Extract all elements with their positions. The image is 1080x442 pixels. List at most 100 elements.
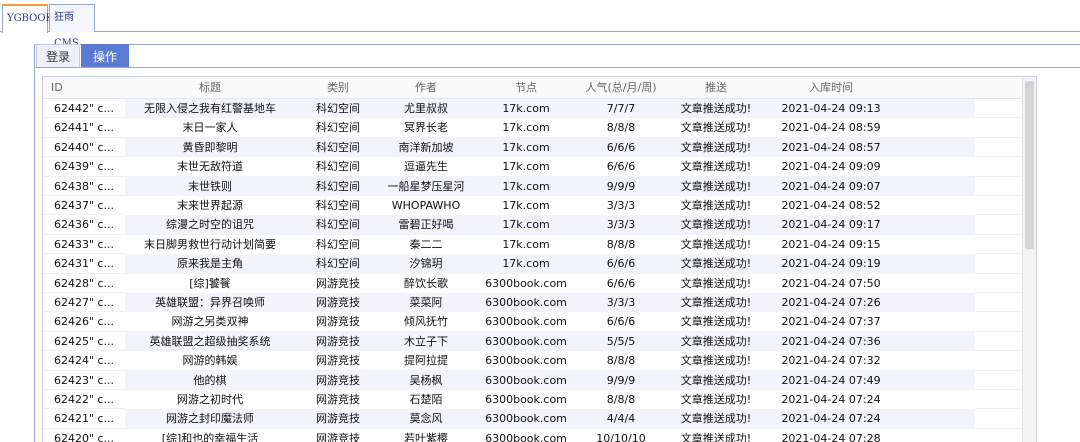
- cell-time: 2021-04-24 09:17: [781, 218, 881, 232]
- table-row[interactable]: 62424" c... 网游的韩娱 网游竞技 提阿拉提 6300book.com 8/8/…: [43, 351, 1023, 371]
- tab-operations[interactable]: 操作: [81, 44, 129, 68]
- cell-popularity: 5/5/5: [606, 334, 636, 348]
- table-row[interactable]: 62439" c... 末世无敌符道 科幻空间 逗逼先生 17k.com 6/6/6 文章推…: [43, 157, 1023, 177]
- column-header-popularity[interactable]: 人气(总/月/周): [581, 77, 661, 99]
- tab-cms[interactable]: 狂雨CMS: [49, 4, 95, 49]
- column-header-push[interactable]: 推送: [661, 77, 771, 99]
- tab-login[interactable]: 登录: [36, 44, 80, 68]
- cell-source: 6300book.com: [485, 354, 567, 368]
- tab-ygbook[interactable]: YGBOOK: [2, 4, 53, 33]
- cell-source: 17k.com: [502, 121, 550, 135]
- cell-author: 雷碧正好喝: [398, 218, 454, 232]
- cell-source: 6300book.com: [485, 276, 567, 290]
- cell-time: 2021-04-24 07:32: [781, 354, 881, 368]
- table-row[interactable]: 62436" c... 综漫之时空的诅咒 科幻空间 雷碧正好喝 17k.com 3/3/3…: [43, 215, 1023, 235]
- cell-source: 17k.com: [502, 257, 550, 271]
- vertical-scrollbar[interactable]: [1022, 77, 1036, 442]
- cell-popularity: 6/6/6: [606, 257, 636, 271]
- table-row[interactable]: 62438" c... 末世铁则 科幻空间 一船星梦压星河 17k.com 9/9/9 文章…: [43, 176, 1023, 196]
- cell-source: 6300book.com: [485, 412, 567, 426]
- cell-time: 2021-04-24 09:19: [781, 257, 881, 271]
- table-row[interactable]: 62421" c... 网游之封印魔法师 网游竞技 莫念风 6300book.com 4/…: [43, 409, 1023, 429]
- cell-push-status: 文章推送成功!: [680, 354, 752, 368]
- cell-title: 原来我是主角: [177, 257, 243, 271]
- table-row[interactable]: 62442" c... 无限入侵之我有红警基地车 科幻空间 尤里叔叔 17k.com 7/…: [43, 99, 1023, 119]
- table-row[interactable]: 62433" c... 末日脚男救世行动计划简要 科幻空间 秦二二 17k.com 8/8…: [43, 234, 1023, 255]
- cell-author: 一船星梦压星河: [387, 179, 465, 193]
- cell-push-status: 文章推送成功!: [680, 218, 752, 232]
- cell-popularity: 3/3/3: [606, 199, 636, 212]
- scrollbar-thumb[interactable]: [1025, 81, 1034, 249]
- table-row[interactable]: 62423" c... 他的棋 网游竞技 吴杨枫 6300book.com 9/9/9 文章…: [43, 370, 1023, 390]
- table-row[interactable]: 62441" c... 末日一家人 科幻空间 冥界长老 17k.com 8/8/8 文章推送…: [43, 118, 1023, 138]
- cell-category: 科幻空间: [316, 102, 360, 115]
- table-row[interactable]: 62440" c... 黄昏即黎明 科幻空间 南洋新加坡 17k.com 6/6/6 文章推…: [43, 137, 1023, 158]
- cell-id: 62422" c...: [53, 393, 115, 406]
- table-row[interactable]: 62426" c... 网游之另类双神 网游竞技 倾风抚竹 6300book.com 6/…: [43, 312, 1023, 332]
- cell-title: 网游的韩娱: [182, 354, 238, 368]
- cell-id: 62424" c...: [53, 354, 115, 368]
- cell-title: 末日脚男救世行动计划简要: [144, 237, 276, 251]
- column-header-category[interactable]: 类别: [295, 77, 381, 99]
- cell-time: 2021-04-24 07:24: [781, 393, 881, 406]
- cell-push-status: 文章推送成功!: [680, 179, 752, 193]
- cell-title: 无限入侵之我有红警基地车: [144, 102, 276, 115]
- table-row[interactable]: 62427" c... 英雄联盟：异界召唤师 网游竞技 菜菜阿 6300book.com…: [43, 293, 1023, 313]
- cell-source: 17k.com: [502, 199, 550, 212]
- cell-category: 科幻空间: [316, 121, 360, 135]
- cell-push-status: 文章推送成功!: [680, 257, 752, 271]
- cell-category: 网游竞技: [316, 393, 360, 406]
- table-row[interactable]: 62428" c... [综]饕餮 网游竞技 醉饮长歌 6300book.com 6/6/…: [43, 273, 1023, 293]
- column-header-id[interactable]: ID: [43, 77, 125, 99]
- cell-time: 2021-04-24 07:26: [781, 296, 881, 309]
- cell-author: 逗逼先生: [404, 160, 448, 174]
- cell-push-status: 文章推送成功!: [680, 199, 752, 212]
- cell-source: 6300book.com: [485, 315, 567, 329]
- cell-author: 醉饮长歌: [404, 276, 448, 290]
- cell-author: 提阿拉提: [404, 354, 448, 368]
- cell-popularity: 6/6/6: [606, 160, 636, 174]
- column-header-title[interactable]: 标题: [125, 77, 295, 99]
- cell-id: 62421" c...: [53, 412, 115, 426]
- book-table: ID 标题 类别 作者 节点 人气(总/月/周) 推送 入库时间 62442" …: [42, 76, 1037, 442]
- cell-category: 网游竞技: [316, 315, 360, 329]
- cell-popularity: 8/8/8: [606, 393, 636, 406]
- cell-popularity: 6/6/6: [606, 276, 636, 290]
- cell-id: 62425" c...: [53, 334, 115, 348]
- cell-popularity: 3/3/3: [606, 296, 636, 309]
- cell-author: 吴杨枫: [409, 373, 443, 387]
- cell-author: 石楚陌: [409, 393, 443, 406]
- cell-id: 62433" c...: [53, 237, 115, 251]
- cell-category: 网游竞技: [316, 354, 360, 368]
- table-row[interactable]: 62425" c... 英雄联盟之超级抽奖系统 网游竞技 木立子下 6300book.c…: [43, 331, 1023, 352]
- cell-id: 62436" c...: [53, 218, 115, 232]
- column-header-source[interactable]: 节点: [471, 77, 581, 99]
- cell-push-status: 文章推送成功!: [680, 140, 752, 154]
- cell-id: 62428" c...: [53, 276, 115, 290]
- cell-time: 2021-04-24 08:52: [781, 199, 881, 212]
- cell-category: 科幻空间: [316, 160, 360, 174]
- cell-source: 17k.com: [502, 237, 550, 251]
- cell-push-status: 文章推送成功!: [680, 296, 752, 309]
- table-row[interactable]: 62422" c... 网游之初时代 网游竞技 石楚陌 6300book.com 8/8/…: [43, 390, 1023, 410]
- column-header-time[interactable]: 入库时间: [771, 77, 891, 99]
- cell-popularity: 7/7/7: [606, 102, 636, 115]
- cell-author: 莫念风: [409, 412, 443, 426]
- sub-tab-divider: [34, 67, 1080, 68]
- cell-title: [综]饕餮: [189, 276, 231, 290]
- cell-source: 17k.com: [502, 140, 550, 154]
- table-row[interactable]: 62431" c... 原来我是主角 科幻空间 汐锦玥 17k.com 6/6/6 文章推送…: [43, 254, 1023, 274]
- cell-popularity: 8/8/8: [606, 354, 636, 368]
- column-header-author[interactable]: 作者: [381, 77, 471, 99]
- cell-id: 62441" c...: [53, 121, 115, 135]
- cell-title: 黄昏即黎明: [182, 140, 238, 154]
- cell-author: 倾风抚竹: [404, 315, 448, 329]
- cell-time: 2021-04-24 07:49: [781, 373, 881, 387]
- cell-category: 科幻空间: [316, 140, 360, 154]
- cell-category: 科幻空间: [316, 199, 360, 212]
- cell-popularity: 6/6/6: [606, 140, 636, 154]
- cell-push-status: 文章推送成功!: [680, 393, 752, 406]
- table-row[interactable]: 62420" c... [综]和也的幸福生活 网游竞技 若叶紫樱 6300book.co…: [43, 428, 1023, 442]
- table-row[interactable]: 62437" c... 末来世界起源 科幻空间 WHOPAWHO 17k.com 3/3/…: [43, 196, 1023, 216]
- cell-id: 62420" c...: [53, 431, 115, 442]
